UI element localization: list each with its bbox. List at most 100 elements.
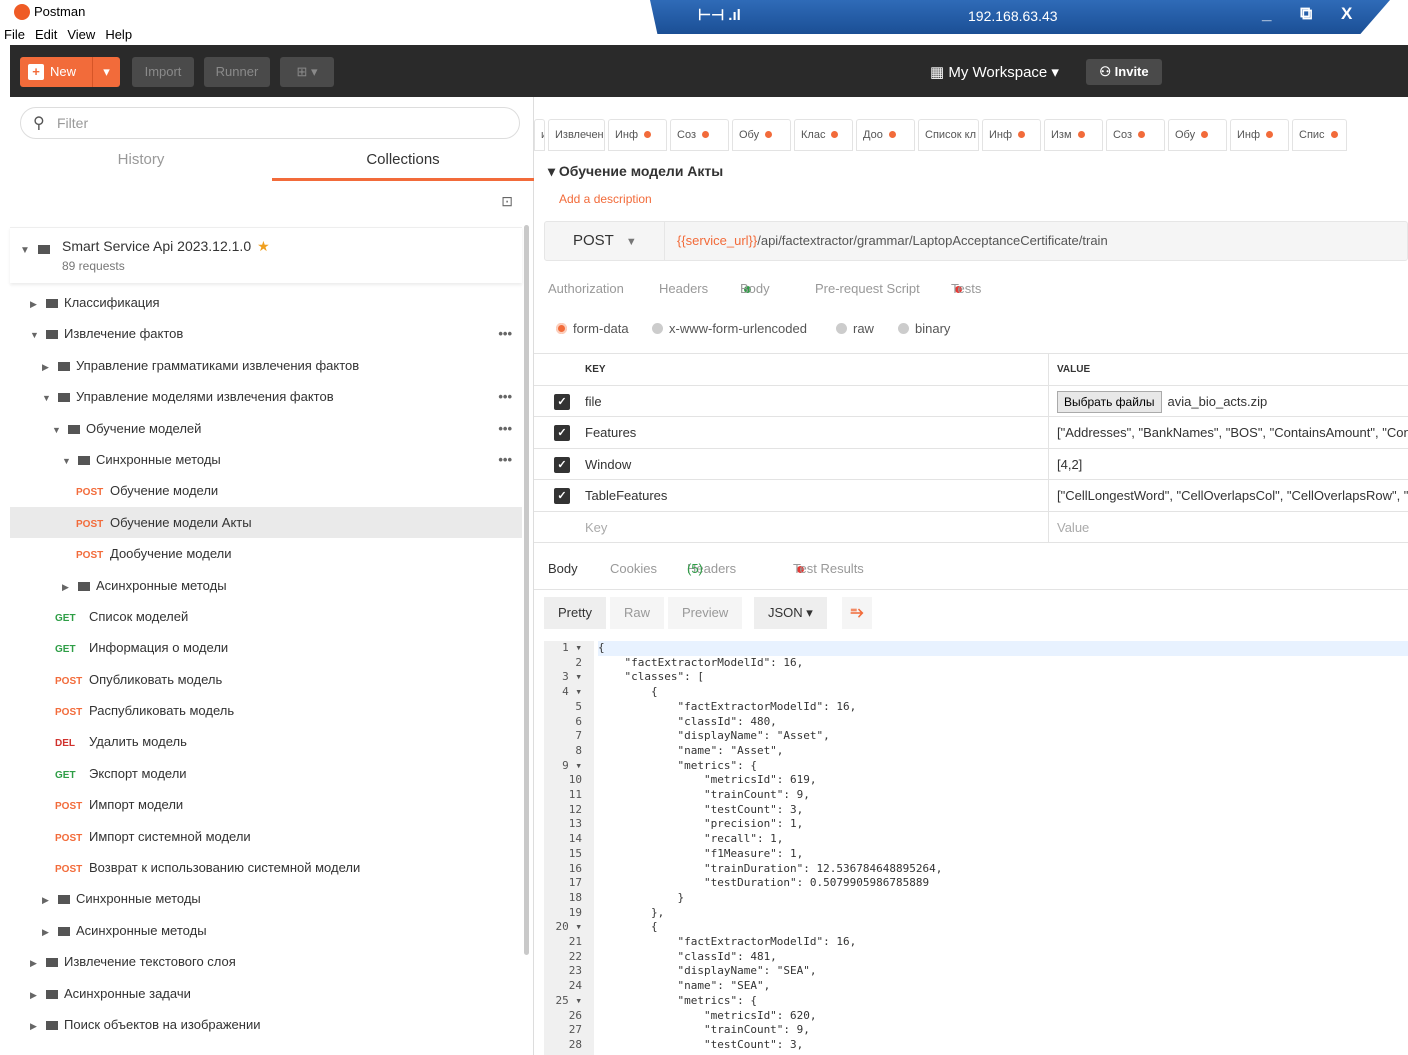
chevron-right-icon[interactable]: ▶: [30, 948, 40, 979]
request-tab[interactable]: Инф: [1230, 119, 1289, 151]
folder-item[interactable]: ▶ Асинхронные методы: [10, 570, 522, 601]
tab-headers[interactable]: Headers: [659, 281, 708, 296]
workspace-selector[interactable]: ▦ My Workspace ▾: [930, 63, 1059, 81]
collection-header[interactable]: ▼ Smart Service Api 2023.12.1.0 ★ 89 requ…: [10, 227, 522, 283]
radio-raw[interactable]: raw: [836, 321, 874, 336]
chevron-right-icon[interactable]: ▶: [62, 572, 72, 603]
chevron-down-icon[interactable]: ▼: [20, 245, 30, 256]
folder-item[interactable]: ▶ Поиск объектов на изображении: [10, 1009, 522, 1040]
resp-tab-body[interactable]: Body: [548, 561, 578, 576]
request-item[interactable]: DEL Удалить модель: [10, 726, 522, 757]
chevron-right-icon[interactable]: ▶: [42, 885, 52, 916]
sidebar-scrollbar[interactable]: [524, 225, 529, 955]
request-title[interactable]: ▾ Обучение модели Акты: [548, 163, 723, 180]
new-value-input[interactable]: Value: [1057, 512, 1089, 543]
chevron-down-icon[interactable]: ▼: [52, 415, 62, 446]
rdp-pin-icon[interactable]: ⊢⊣ .ıl: [698, 6, 741, 24]
tab-authorization[interactable]: Authorization: [548, 281, 624, 296]
menu-edit[interactable]: Edit: [35, 24, 57, 45]
row-checkbox[interactable]: ✓: [554, 425, 570, 441]
chevron-right-icon[interactable]: ▶: [30, 289, 40, 320]
tab-collections[interactable]: Collections: [272, 145, 534, 181]
more-options-icon[interactable]: •••: [498, 318, 512, 349]
add-description-link[interactable]: Add a description: [559, 192, 652, 206]
request-tab[interactable]: Обу: [1168, 119, 1227, 151]
request-item[interactable]: POST Импорт системной модели: [10, 821, 522, 852]
method-select[interactable]: POST ▼: [545, 222, 665, 260]
folder-item[interactable]: ▼ Извлечение фактов •••: [10, 318, 522, 349]
request-item[interactable]: POST Обучение модели: [10, 475, 522, 506]
row-key[interactable]: file: [585, 386, 602, 417]
import-button[interactable]: Import: [132, 57, 194, 87]
request-item[interactable]: POST Опубликовать модель: [10, 664, 522, 695]
choose-files-button[interactable]: Выбрать файлы: [1057, 390, 1162, 413]
folder-item[interactable]: ▼ Синхронные методы •••: [10, 444, 522, 475]
menu-file[interactable]: File: [4, 24, 25, 45]
request-item[interactable]: POST Возврат к использованию системной мо…: [10, 852, 522, 883]
tab-history[interactable]: History: [10, 145, 272, 181]
more-options-icon[interactable]: •••: [498, 381, 512, 412]
wrap-lines-icon[interactable]: ⥱: [842, 597, 872, 629]
new-collection-icon[interactable]: ⊡: [501, 193, 513, 210]
row-checkbox[interactable]: ✓: [554, 488, 570, 504]
more-options-icon[interactable]: •••: [498, 444, 512, 475]
request-item[interactable]: POST Импорт модели: [10, 789, 522, 820]
row-key[interactable]: Window: [585, 449, 631, 480]
request-tab[interactable]: Обу: [732, 119, 791, 151]
row-checkbox[interactable]: ✓: [554, 393, 570, 410]
new-button[interactable]: + New ▾: [20, 57, 120, 87]
folder-item[interactable]: ▼ Обучение моделей •••: [10, 413, 522, 444]
request-item[interactable]: GET Список моделей: [10, 601, 522, 632]
radio-urlencoded[interactable]: x-www-form-urlencoded: [652, 321, 807, 336]
row-value[interactable]: Выбрать файлы avia_bio_acts.zip: [1057, 386, 1267, 417]
request-item[interactable]: POST Распубликовать модель: [10, 695, 522, 726]
chevron-right-icon[interactable]: ▶: [42, 917, 52, 948]
menu-view[interactable]: View: [67, 24, 95, 45]
request-item[interactable]: POST Обучение модели Акты: [10, 506, 522, 539]
row-value[interactable]: [4,2]: [1057, 449, 1082, 480]
radio-binary[interactable]: binary: [898, 321, 950, 336]
chevron-down-icon[interactable]: ▼: [30, 320, 40, 351]
row-value[interactable]: ["CellLongestWord", "CellOverlapsCol", "…: [1057, 480, 1408, 511]
request-tab[interactable]: Доо: [856, 119, 915, 151]
new-key-input[interactable]: Key: [585, 512, 607, 543]
tab-body[interactable]: Body: [740, 281, 770, 296]
filter-input[interactable]: ⚲ Filter: [20, 107, 520, 139]
response-body[interactable]: 1 ▾ 2 3 ▾ 4 ▾ 5 6 7 8 9 ▾ 10 11 12 13 14 15 16 17 18 19 20 …: [544, 641, 1408, 1055]
request-tab[interactable]: Клас: [794, 119, 853, 151]
menu-help[interactable]: Help: [105, 24, 132, 45]
request-tab[interactable]: Список кл: [918, 119, 979, 151]
folder-item[interactable]: ▶ Управление грамматиками извлечения факт…: [10, 350, 522, 381]
request-tab[interactable]: Извлечені: [548, 119, 605, 151]
invite-button[interactable]: ⚇ Invite: [1086, 59, 1162, 85]
rdp-window-controls[interactable]: _ ⧉ X: [1262, 4, 1364, 24]
request-tab[interactable]: Спис: [1292, 119, 1347, 151]
request-tab[interactable]: Coз: [670, 119, 729, 151]
language-select[interactable]: JSON ▾: [754, 597, 827, 629]
more-options-icon[interactable]: •••: [498, 413, 512, 444]
runner-button[interactable]: Runner: [204, 57, 270, 87]
request-item[interactable]: GET Информация о модели: [10, 632, 522, 663]
format-preview[interactable]: Preview: [668, 597, 743, 629]
folder-item[interactable]: ▶ Асинхронные задачи: [10, 978, 522, 1009]
folder-item[interactable]: ▶ Классификация: [10, 287, 522, 318]
tab-prerequest[interactable]: Pre-request Script: [815, 281, 920, 296]
resp-tab-test-results[interactable]: Test Results: [793, 561, 864, 576]
folder-item[interactable]: ▶ Извлечение текстового слоя: [10, 946, 522, 977]
chevron-down-icon[interactable]: ▼: [62, 446, 72, 477]
format-raw[interactable]: Raw: [610, 597, 665, 629]
request-tab[interactable]: Инф: [608, 119, 667, 151]
request-item[interactable]: GET Экспорт модели: [10, 758, 522, 789]
chevron-right-icon[interactable]: ▶: [30, 980, 40, 1011]
row-checkbox[interactable]: ✓: [554, 456, 570, 473]
row-key[interactable]: Features: [585, 417, 636, 448]
folder-item[interactable]: ▼ Управление моделями извлечения фактов ••…: [10, 381, 522, 412]
folder-item[interactable]: ▶ Синхронные методы: [10, 883, 522, 914]
chevron-down-icon[interactable]: ▼: [42, 383, 52, 414]
request-tab[interactable]: Изм: [1044, 119, 1103, 151]
tab-tests[interactable]: Tests: [951, 281, 981, 296]
request-tab[interactable]: Coз: [1106, 119, 1165, 151]
request-tab[interactable]: Инф: [982, 119, 1041, 151]
star-icon[interactable]: ★: [257, 238, 270, 254]
chevron-right-icon[interactable]: ▶: [30, 1011, 40, 1042]
